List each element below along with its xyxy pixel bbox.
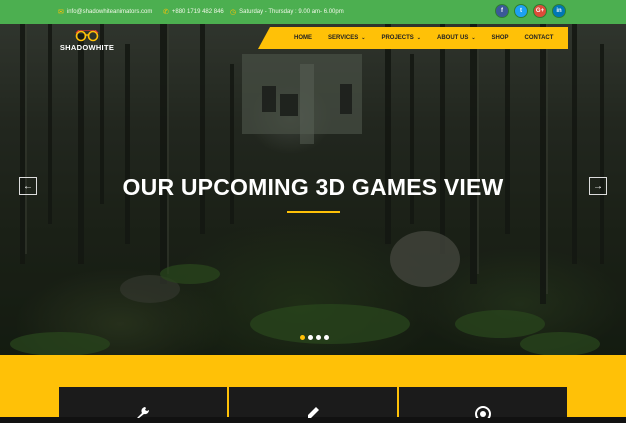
feature-card-3[interactable] xyxy=(399,387,567,422)
logo-text: SHADOWHITE xyxy=(59,43,115,52)
facebook-icon[interactable]: f xyxy=(495,4,509,18)
slider-pagination xyxy=(300,335,329,340)
email-info[interactable]: ✉ info@shadowhiteanimators.com xyxy=(58,8,152,16)
pencil-icon xyxy=(229,405,397,423)
nav-shop-label: SHOP xyxy=(491,35,509,41)
headline-underline xyxy=(287,211,340,213)
chevron-down-icon: ⌄ xyxy=(471,35,476,41)
top-contact-bar: ✉ info@shadowhiteanimators.com ✆ +880 17… xyxy=(0,0,626,24)
twitter-icon[interactable]: t xyxy=(514,4,528,18)
google-plus-icon[interactable]: G+ xyxy=(533,4,547,18)
linkedin-icon[interactable]: in xyxy=(552,4,566,18)
hours-info: ◷ Saturday - Thursday : 9.00 am- 6.00pm xyxy=(230,8,344,16)
nav-home-label: HOME xyxy=(294,35,312,41)
nav-services-label: SERVICES xyxy=(328,35,359,41)
slider-dot-4[interactable] xyxy=(324,335,329,340)
chevron-down-icon: ⌄ xyxy=(416,35,421,41)
site-logo[interactable]: SHADOWHITE xyxy=(56,30,118,52)
nav-about-us[interactable]: ABOUT US ⌄ xyxy=(429,35,484,41)
wrench-icon xyxy=(59,405,227,423)
nav-contact-label: CONTACT xyxy=(524,35,554,41)
phone-info[interactable]: ✆ +880 1719 482 846 xyxy=(163,8,224,16)
feature-card-1[interactable] xyxy=(59,387,227,418)
glasses-logo-icon xyxy=(75,30,99,42)
nav-projects-label: PROJECTS xyxy=(381,35,414,41)
slider-dot-3[interactable] xyxy=(316,335,321,340)
nav-shop[interactable]: SHOP xyxy=(484,35,517,41)
slider-dot-2[interactable] xyxy=(308,335,313,340)
hero-headline: OUR UPCOMING 3D GAMES VIEW xyxy=(122,174,504,200)
clock-icon: ◷ xyxy=(230,9,237,16)
nav-about-label: ABOUT US xyxy=(436,35,469,41)
envelope-icon: ✉ xyxy=(58,9,64,16)
main-navigation: HOME SERVICES ⌄ PROJECTS ⌄ ABOUT US ⌄ SHOP … xyxy=(258,27,568,49)
nav-projects[interactable]: PROJECTS ⌄ xyxy=(373,35,429,41)
chevron-down-icon: ⌄ xyxy=(361,35,366,41)
phone-text[interactable]: +880 1719 482 846 xyxy=(172,9,224,15)
slider-dot-1[interactable] xyxy=(300,335,305,340)
nav-services[interactable]: SERVICES ⌄ xyxy=(320,35,373,41)
email-text[interactable]: info@shadowhiteanimators.com xyxy=(67,9,152,15)
nav-home[interactable]: HOME xyxy=(286,35,320,41)
target-icon xyxy=(399,405,567,423)
social-links: f t G+ in xyxy=(495,4,566,18)
hero-slider: SHADOWHITE HOME SERVICES ⌄ PROJECTS ⌄ ABOU… xyxy=(0,24,626,355)
nav-contact[interactable]: CONTACT xyxy=(517,35,562,41)
hours-text: Saturday - Thursday : 9.00 am- 6.00pm xyxy=(239,9,344,15)
phone-icon: ✆ xyxy=(163,9,169,16)
feature-card-2[interactable] xyxy=(229,387,397,418)
